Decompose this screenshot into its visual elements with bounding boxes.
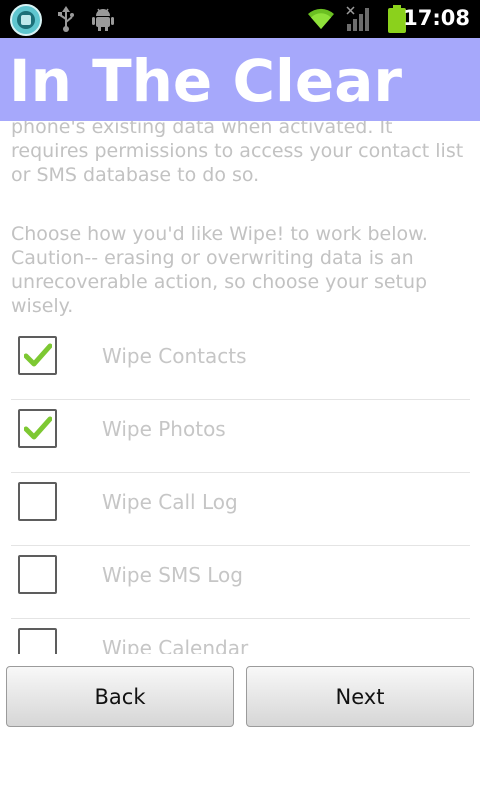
status-time: 17:08 — [403, 6, 470, 30]
option-wipe-contacts[interactable]: Wipe Contacts — [11, 326, 470, 400]
settings-scroll-area[interactable]: phone's existing data when activated. It… — [0, 121, 480, 654]
status-bar: 17:08 — [0, 0, 480, 38]
intro-paragraph: phone's existing data when activated. It… — [11, 121, 464, 186]
bottom-button-bar: Back Next — [0, 654, 480, 800]
checkmark-icon — [24, 416, 52, 440]
android-debug-icon — [92, 7, 114, 35]
option-label: Wipe Contacts — [102, 344, 247, 368]
wipe-calendar-checkbox[interactable] — [18, 628, 57, 654]
wipe-sms-log-checkbox[interactable] — [18, 555, 57, 594]
app-icon — [9, 3, 43, 41]
usb-icon — [56, 6, 76, 36]
back-button[interactable]: Back — [6, 666, 234, 727]
option-label: Wipe SMS Log — [102, 563, 243, 587]
wipe-call-log-checkbox[interactable] — [18, 482, 57, 521]
app-title-bar: In The Clear — [0, 38, 480, 121]
app-title: In The Clear — [9, 47, 402, 115]
option-label: Wipe Calendar — [102, 636, 249, 654]
wifi-icon — [306, 6, 336, 34]
option-label: Wipe Call Log — [102, 490, 238, 514]
option-wipe-calendar[interactable]: Wipe Calendar — [11, 618, 470, 654]
option-wipe-sms-log[interactable]: Wipe SMS Log — [11, 545, 470, 619]
option-wipe-photos[interactable]: Wipe Photos — [11, 399, 470, 473]
next-button[interactable]: Next — [246, 666, 474, 727]
option-label: Wipe Photos — [102, 417, 226, 441]
checkmark-icon — [24, 343, 52, 367]
signal-icon — [346, 6, 372, 36]
option-wipe-call-log[interactable]: Wipe Call Log — [11, 472, 470, 546]
caution-paragraph: Choose how you'd like Wipe! to work belo… — [11, 223, 428, 317]
wipe-photos-checkbox[interactable] — [18, 409, 57, 448]
wipe-contacts-checkbox[interactable] — [18, 336, 57, 375]
